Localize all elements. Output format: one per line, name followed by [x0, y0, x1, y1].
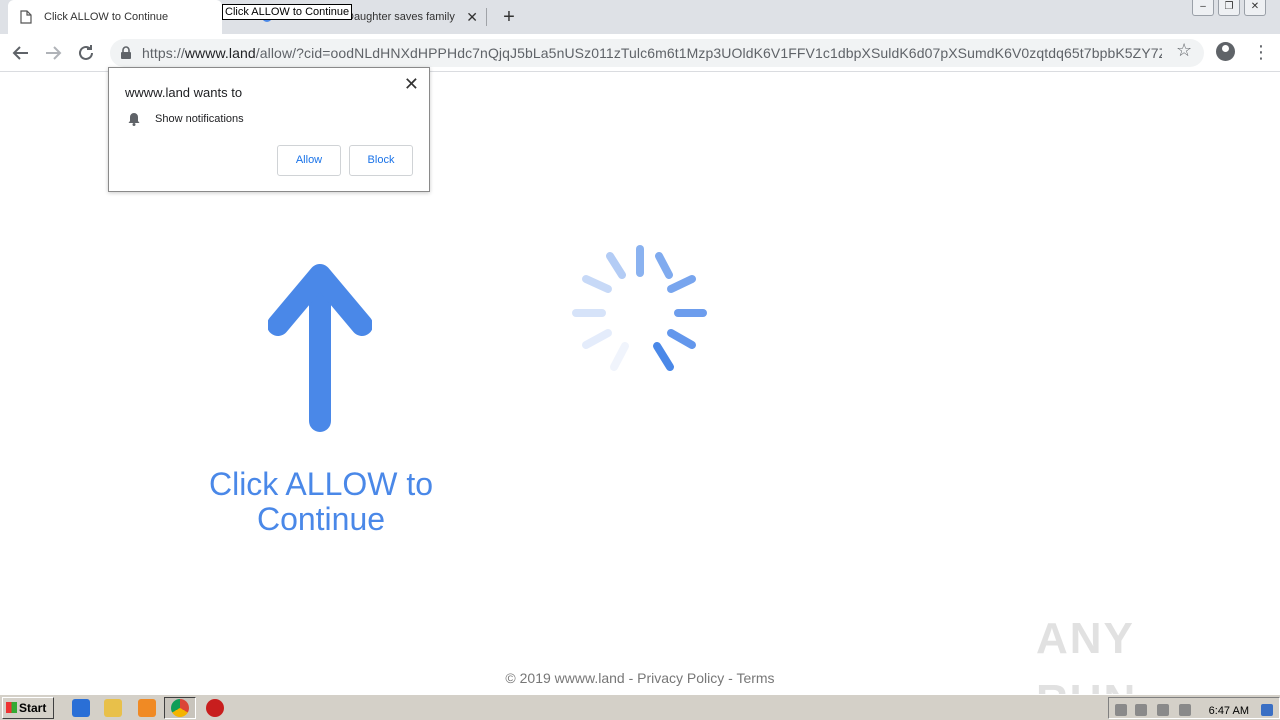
chrome-taskbar-button[interactable] — [164, 697, 196, 719]
tab-strip: Click ALLOW to Continue Daughter saves f… — [0, 0, 1280, 34]
tab-title: Daughter saves family — [346, 11, 455, 23]
close-window-button[interactable]: ✕ — [1244, 0, 1266, 16]
reload-icon[interactable] — [75, 42, 97, 64]
notification-permission-popup: wwww.land wants to ✕ Show notifications … — [108, 67, 430, 192]
tab-title: Click ALLOW to Continue — [44, 11, 169, 23]
url-text: https://wwww.land/allow/?cid=oodNLdHNXdH… — [142, 39, 1162, 67]
explorer-folder-icon[interactable] — [104, 699, 122, 717]
address-bar[interactable]: https://wwww.land/allow/?cid=oodNLdHNXdH… — [110, 39, 1204, 67]
url-host: wwww.land — [184, 45, 256, 61]
network-icon[interactable] — [1135, 704, 1147, 716]
popup-title: wwww.land wants to — [125, 85, 243, 100]
tab-close-icon[interactable]: ✕ — [466, 9, 478, 25]
back-icon[interactable] — [10, 42, 32, 64]
chrome-icon — [171, 699, 189, 717]
tray-arrow-icon[interactable] — [1115, 704, 1127, 716]
screen: Click ALLOW to Continue Daughter saves f… — [0, 0, 1280, 720]
block-button[interactable]: Block — [349, 145, 413, 176]
close-icon[interactable]: ✕ — [404, 74, 419, 95]
bookmark-star-icon[interactable]: ☆ — [1176, 40, 1192, 61]
show-desktop-icon[interactable] — [1261, 704, 1273, 716]
anyrun-watermark: ANY RUN — [1036, 614, 1135, 720]
flag-icon[interactable] — [1179, 704, 1191, 716]
document-icon — [20, 10, 32, 24]
up-arrow-icon — [267, 263, 373, 433]
permission-text: Show notifications — [155, 113, 244, 125]
new-tab-button[interactable]: + — [500, 6, 518, 28]
system-tray: 6:47 AM — [1108, 697, 1280, 719]
clock: 6:47 AM — [1208, 705, 1249, 717]
tab-tooltip: Click ALLOW to Continue — [222, 4, 353, 20]
loading-spinner-icon — [570, 243, 710, 375]
start-button[interactable]: Start — [2, 697, 54, 719]
lock-icon — [120, 46, 132, 60]
menu-dots-icon[interactable]: ⋮ — [1252, 38, 1270, 66]
profile-icon[interactable] — [1216, 42, 1235, 61]
tab-click-allow[interactable]: Click ALLOW to Continue — [8, 0, 222, 34]
restore-button[interactable]: ❐ — [1218, 0, 1240, 16]
media-player-icon[interactable] — [138, 699, 156, 717]
volume-icon[interactable] — [1157, 704, 1169, 716]
forward-icon[interactable] — [42, 42, 64, 64]
click-allow-heading: Click ALLOW to Continue — [180, 467, 462, 537]
allow-button[interactable]: Allow — [277, 145, 341, 176]
cta-line-2: Continue — [256, 501, 386, 537]
tab-separator — [486, 8, 487, 26]
stop-icon[interactable] — [206, 699, 224, 717]
window-controls: – ❐ ✕ — [1192, 0, 1266, 16]
url-prefix: https:// — [142, 45, 185, 61]
ie-icon[interactable] — [72, 699, 90, 717]
bell-icon — [127, 112, 141, 126]
cta-line-1: Click ALLOW to — [208, 466, 434, 502]
minimize-button[interactable]: – — [1192, 0, 1214, 16]
url-path: /allow/?cid=oodNLdHNXdHPPHdc7nQjqJ5bLa5n… — [255, 45, 1162, 61]
taskbar: Start 6:47 AM — [0, 694, 1280, 720]
